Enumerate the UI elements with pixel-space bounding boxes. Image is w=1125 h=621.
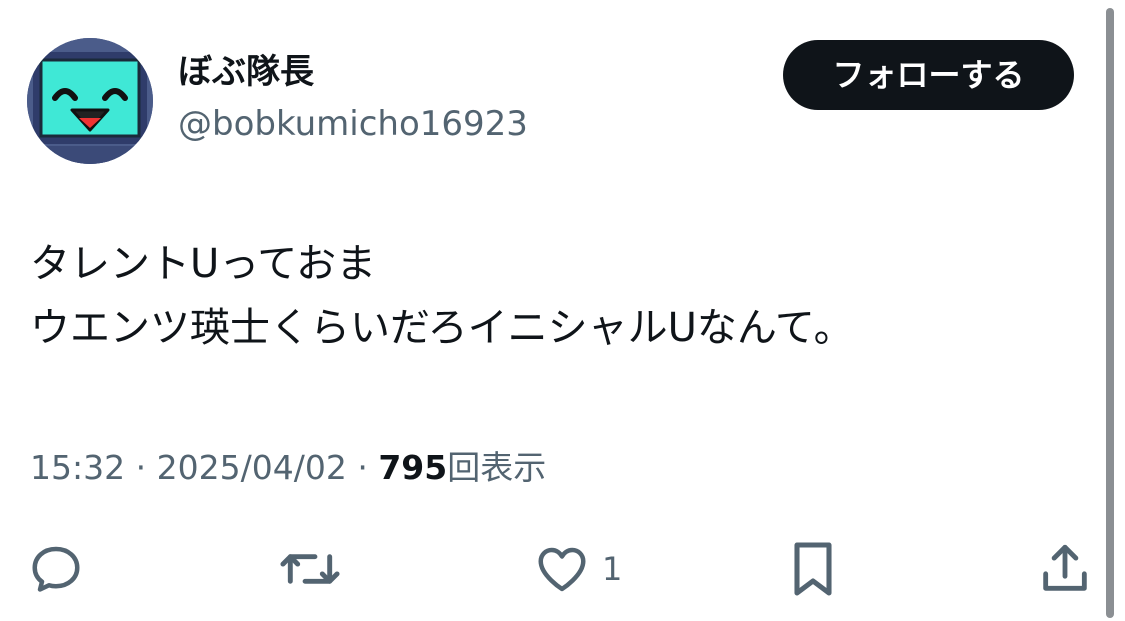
share-icon xyxy=(1043,544,1087,591)
tweet-meta: 15:32 · 2025/04/02 · 795回表示 xyxy=(30,446,546,490)
views-label: 回表示 xyxy=(447,448,547,487)
bookmark-icon xyxy=(794,542,832,596)
author-handle[interactable]: @bobkumicho16923 xyxy=(178,104,528,144)
retweet-icon xyxy=(280,554,340,584)
author-display-name[interactable]: ぼぶ隊長 xyxy=(178,52,314,92)
tweet-time[interactable]: 15:32 xyxy=(30,448,125,487)
share-button[interactable] xyxy=(1036,536,1094,602)
reply-button[interactable] xyxy=(26,536,86,602)
retweet-button[interactable] xyxy=(278,536,342,602)
heart-icon xyxy=(538,547,586,592)
meta-separator: · xyxy=(357,448,368,487)
like-button[interactable]: 1 xyxy=(532,536,622,602)
scrollbar[interactable] xyxy=(1106,8,1114,618)
tweet-date[interactable]: 2025/04/02 xyxy=(157,448,347,487)
tweet-text: タレントUっておま ウエンツ瑛士くらいだろイニシャルUなんて。 xyxy=(30,232,1090,360)
like-count: 1 xyxy=(602,550,623,588)
bookmark-button[interactable] xyxy=(786,536,840,602)
meta-separator: · xyxy=(135,448,147,487)
tweet-text-line: ウエンツ瑛士くらいだろイニシャルUなんて。 xyxy=(30,305,854,351)
tweet-text-line: タレントUっておま xyxy=(30,241,377,287)
reply-icon xyxy=(32,546,80,592)
follow-button[interactable]: フォローする xyxy=(783,40,1074,110)
action-bar: 1 xyxy=(0,536,1110,602)
avatar[interactable] xyxy=(27,38,153,164)
smiley-monitor-avatar-icon xyxy=(27,38,153,164)
views-count: 795 xyxy=(378,448,448,487)
